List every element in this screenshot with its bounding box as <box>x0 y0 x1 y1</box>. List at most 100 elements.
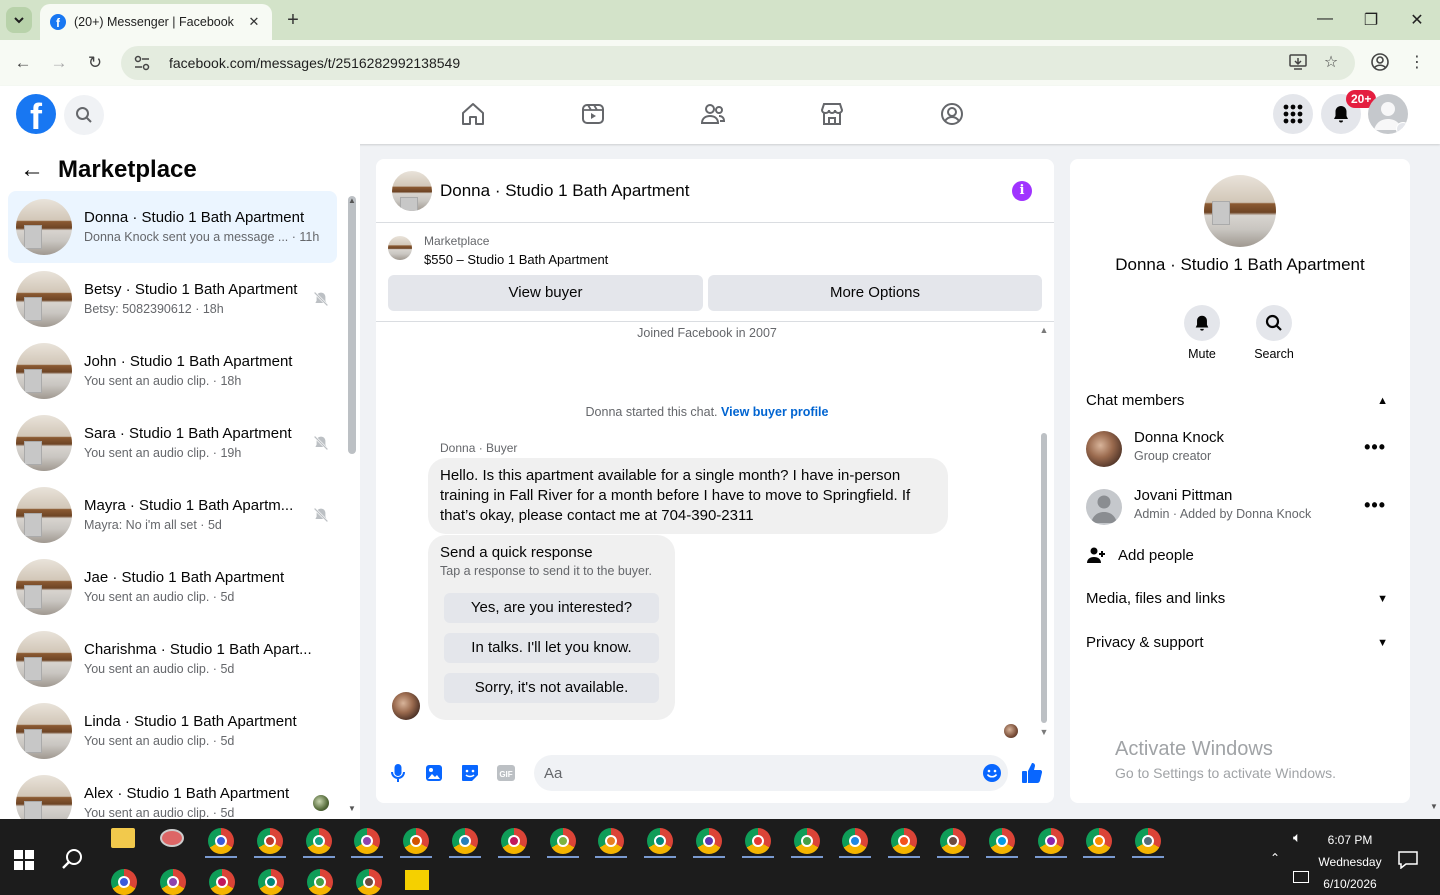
mute-button[interactable]: Mute <box>1172 305 1232 361</box>
notification-center-icon[interactable] <box>1398 851 1418 869</box>
profile-icon[interactable] <box>1370 52 1392 74</box>
microphone-icon[interactable] <box>388 763 408 783</box>
file-explorer-icon[interactable] <box>111 828 135 848</box>
new-tab-button[interactable]: + <box>283 9 303 32</box>
member-row[interactable]: Donna Knock Group creator ••• <box>1086 427 1396 471</box>
browser-menu-icon[interactable]: ⋮ <box>1406 52 1428 74</box>
add-people-button[interactable]: Add people <box>1086 545 1396 565</box>
chrome-profile-icon[interactable] <box>988 828 1015 854</box>
tab-search-button[interactable] <box>6 7 32 33</box>
scroll-down-icon[interactable]: ▼ <box>1430 802 1438 811</box>
browser-tab[interactable]: f (20+) Messenger | Facebook ✕ <box>40 4 272 40</box>
conversation-row[interactable]: Charishma · Studio 1 Bath Apart... You se… <box>8 623 337 695</box>
listing-title[interactable]: $550 – Studio 1 Bath Apartment <box>424 252 608 267</box>
like-thumb-icon[interactable] <box>1020 761 1044 785</box>
chrome-profile-icon[interactable] <box>160 869 186 895</box>
menu-button[interactable] <box>1273 94 1313 134</box>
conversation-row[interactable]: Jae · Studio 1 Bath Apartment You sent an… <box>8 551 337 623</box>
chat-scrollbar[interactable] <box>1041 433 1047 723</box>
quick-response-button[interactable]: Yes, are you interested? <box>444 593 659 623</box>
friends-icon[interactable] <box>699 100 727 128</box>
quick-response-button[interactable]: Sorry, it's not available. <box>444 673 659 703</box>
chrome-profile-icon[interactable] <box>1135 828 1162 854</box>
more-dots-icon[interactable]: ••• <box>1364 437 1386 458</box>
install-app-icon[interactable] <box>1288 52 1310 74</box>
member-row[interactable]: Jovani Pittman Admin · Added by Donna Kn… <box>1086 485 1396 529</box>
chrome-profile-icon[interactable] <box>452 828 478 854</box>
quick-response-button[interactable]: In talks. I'll let you know. <box>444 633 659 663</box>
gif-icon[interactable]: GIF <box>496 763 516 783</box>
scroll-up-icon[interactable]: ▲ <box>348 196 356 205</box>
chrome-profile-icon[interactable] <box>256 828 283 854</box>
chrome-profile-icon[interactable] <box>647 828 674 854</box>
chrome-profile-icon[interactable] <box>744 828 771 854</box>
chrome-profile-icon[interactable] <box>111 869 137 895</box>
taskbar-search-icon[interactable] <box>61 847 85 871</box>
facebook-search-button[interactable] <box>64 95 104 135</box>
home-icon[interactable] <box>459 100 487 128</box>
more-dots-icon[interactable]: ••• <box>1364 495 1386 516</box>
paint-app-icon[interactable] <box>160 829 184 847</box>
scroll-down-icon[interactable]: ▼ <box>348 804 356 813</box>
chrome-profile-icon[interactable] <box>307 869 333 895</box>
close-window-icon[interactable]: ✕ <box>1407 10 1427 30</box>
conversation-row[interactable]: Linda · Studio 1 Bath Apartment You sent … <box>8 695 337 767</box>
conversation-row[interactable]: Alex · Studio 1 Bath Apartment You sent a… <box>8 767 337 819</box>
back-arrow-icon[interactable]: ← <box>11 51 35 75</box>
sticker-icon[interactable] <box>460 763 480 783</box>
marketplace-icon[interactable] <box>818 100 846 128</box>
conversation-row[interactable]: Sara · Studio 1 Bath Apartment You sent a… <box>8 407 337 479</box>
video-icon[interactable] <box>579 100 607 128</box>
chrome-profile-icon[interactable] <box>842 828 869 854</box>
chat-profile-picture[interactable] <box>1204 175 1276 247</box>
chrome-profile-icon[interactable] <box>356 869 382 895</box>
reload-icon[interactable]: ↻ <box>83 51 107 75</box>
view-buyer-button[interactable]: View buyer <box>388 275 703 311</box>
maximize-icon[interactable]: ❐ <box>1361 10 1381 30</box>
chat-members-section[interactable]: Chat members ▲ <box>1086 392 1396 409</box>
back-arrow-icon[interactable]: ← <box>20 156 44 184</box>
media-files-section[interactable]: Media, files and links ▼ <box>1086 590 1396 607</box>
page-scrollbar[interactable]: ▼ <box>1428 144 1440 819</box>
privacy-support-section[interactable]: Privacy & support ▼ <box>1086 634 1396 651</box>
sticky-notes-icon[interactable] <box>405 870 429 890</box>
chrome-profile-icon[interactable] <box>696 828 722 854</box>
gaming-icon[interactable] <box>938 100 966 128</box>
chrome-profile-icon[interactable] <box>891 828 918 854</box>
message-bubble[interactable]: Hello. Is this apartment available for a… <box>428 458 948 534</box>
chrome-profile-icon[interactable] <box>258 869 284 895</box>
chat-header[interactable]: Donna · Studio 1 Bath Apartment i <box>376 159 1054 223</box>
chrome-profile-icon[interactable] <box>1037 828 1064 854</box>
minimize-icon[interactable]: — <box>1315 10 1335 30</box>
message-input[interactable] <box>534 755 1008 791</box>
chrome-profile-icon[interactable] <box>208 828 234 854</box>
speaker-icon[interactable]: 🔈︎ <box>1293 829 1301 846</box>
scroll-down-icon[interactable]: ▼ <box>1038 727 1050 737</box>
taskbar-clock[interactable]: 6:07 PM Wednesday 6/10/2026 <box>1318 829 1382 895</box>
emoji-icon[interactable] <box>982 763 1002 783</box>
chrome-profile-icon[interactable] <box>209 869 235 895</box>
chrome-profile-icon[interactable] <box>793 828 820 854</box>
account-avatar[interactable] <box>1368 94 1408 134</box>
more-options-button[interactable]: More Options <box>708 275 1042 311</box>
site-settings-icon[interactable] <box>133 54 151 72</box>
chrome-profile-icon[interactable] <box>549 828 576 854</box>
conversation-row[interactable]: Donna · Studio 1 Bath Apartment Donna Kno… <box>8 191 337 263</box>
conversation-row[interactable]: Betsy · Studio 1 Bath Apartment Betsy: 50… <box>8 263 337 335</box>
windows-start-icon[interactable] <box>14 850 34 870</box>
info-icon[interactable]: i <box>1012 181 1032 201</box>
photo-icon[interactable] <box>424 763 444 783</box>
chrome-profile-icon[interactable] <box>500 828 527 854</box>
forward-arrow-icon[interactable]: → <box>47 51 71 75</box>
list-scrollbar[interactable] <box>348 196 356 454</box>
chrome-profile-icon[interactable] <box>354 828 381 854</box>
network-icon[interactable] <box>1293 871 1309 883</box>
chrome-profile-icon[interactable] <box>940 828 966 854</box>
search-chat-button[interactable]: Search <box>1244 305 1304 361</box>
conversation-row[interactable]: John · Studio 1 Bath Apartment You sent a… <box>8 335 337 407</box>
chrome-profile-icon[interactable] <box>598 828 625 854</box>
conversation-row[interactable]: Mayra · Studio 1 Bath Apartm... Mayra: No… <box>8 479 337 551</box>
chrome-profile-icon[interactable] <box>403 828 430 854</box>
scroll-up-icon[interactable]: ▲ <box>1038 325 1050 335</box>
chevron-up-icon[interactable]: ⌃ <box>1270 851 1280 865</box>
